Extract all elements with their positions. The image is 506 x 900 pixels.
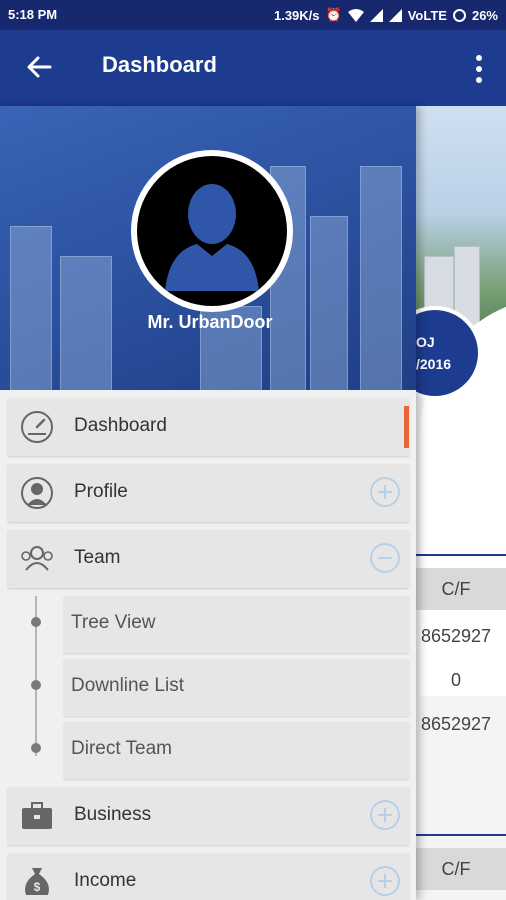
briefcase-icon (22, 802, 52, 829)
signal-icon-2 (388, 8, 402, 22)
nav-item-team[interactable]: Team (8, 530, 409, 588)
table-header-cf: C/F (406, 848, 506, 890)
status-time: 5:18 PM (8, 7, 58, 22)
battery-level: 26% (471, 7, 498, 23)
building-image (10, 226, 52, 390)
building-image (310, 216, 348, 390)
nav-item-business[interactable]: Business (8, 787, 409, 845)
nav-item-label: Business (74, 804, 152, 825)
sub-item-downline-list[interactable]: Downline List (64, 659, 409, 716)
nav-item-label: Dashboard (74, 415, 167, 436)
user-silhouette-icon (165, 184, 259, 291)
expand-plus-icon[interactable] (369, 799, 401, 831)
nav-item-label: Income (74, 870, 137, 891)
table-header-cf: C/F (406, 568, 506, 610)
expand-plus-icon[interactable] (369, 476, 401, 508)
tree-dot (31, 617, 41, 627)
active-indicator (404, 406, 409, 448)
user-circle-icon (21, 477, 53, 509)
sub-item-label: Tree View (71, 612, 156, 633)
battery-icon (452, 8, 466, 22)
speedometer-icon (21, 411, 53, 443)
nav-item-income[interactable]: $ Income (8, 853, 409, 900)
sub-item-label: Direct Team (71, 738, 173, 759)
nav-item-label: Team (74, 547, 121, 568)
building-image (360, 166, 402, 390)
page-title: Dashboard (102, 52, 217, 77)
drawer-header: Mr. UrbanDoor (0, 106, 416, 390)
nav-item-label: Profile (74, 481, 128, 502)
money-bag-icon: $ (25, 868, 49, 895)
table-cell: 8652927 (420, 714, 492, 734)
user-name: Mr. UrbanDoor (147, 312, 273, 332)
alarm-icon: ⏰ (325, 7, 342, 22)
signal-icon (369, 8, 383, 22)
more-vert-icon[interactable] (474, 54, 484, 84)
group-icon (21, 546, 53, 571)
date-line-1: OJ (416, 334, 435, 350)
nav-item-dashboard[interactable]: Dashboard (8, 398, 409, 456)
wifi-icon (347, 8, 364, 22)
network-type: VoLTE (407, 7, 447, 23)
tree-dot (31, 743, 41, 753)
expand-plus-icon[interactable] (369, 865, 401, 897)
sub-item-tree-view[interactable]: Tree View (64, 596, 409, 653)
collapse-minus-icon[interactable] (369, 542, 401, 574)
sub-item-label: Downline List (71, 675, 184, 696)
network-speed: 1.39K/s (273, 7, 320, 23)
sub-item-direct-team[interactable]: Direct Team (64, 722, 409, 779)
status-icons: 1.39K/s ⏰ VoLTE 26% (274, 7, 498, 23)
navigation-drawer: Mr. UrbanDoor Dashboard Profile Team Tre… (0, 106, 416, 900)
tree-dot (31, 680, 41, 690)
status-bar: 5:18 PM 1.39K/s ⏰ VoLTE 26% (0, 0, 506, 30)
svg-text:$: $ (34, 880, 41, 894)
nav-item-profile[interactable]: Profile (8, 464, 409, 522)
table-cell: 8652927 (420, 626, 492, 646)
app-bar: Dashboard (0, 30, 506, 106)
arrow-left-icon[interactable] (24, 52, 54, 82)
avatar[interactable] (131, 150, 293, 312)
date-line-2: /2016 (416, 356, 452, 372)
table-cell: 0 (450, 670, 461, 690)
